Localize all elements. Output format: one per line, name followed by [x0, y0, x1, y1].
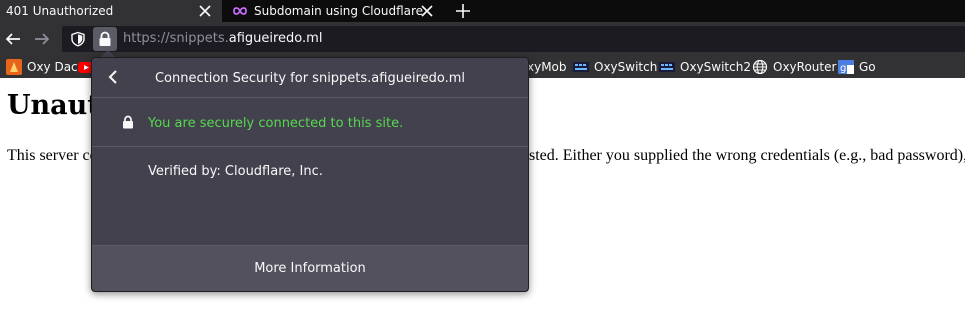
tab-title: Subdomain using Cloudflare - A	[254, 4, 424, 18]
bookmark-oxyswitch2[interactable]: OxySwitch2	[659, 56, 751, 78]
bookmark-oxy-dac[interactable]: Oxy Dac	[6, 56, 78, 78]
tab-401-unauthorized[interactable]: 401 Unauthorized	[0, 0, 222, 22]
secure-connection-row: You are securely connected to this site.	[92, 99, 528, 147]
close-icon[interactable]	[420, 4, 434, 18]
bookmark-oxyswitch[interactable]: OxySwitch	[573, 56, 657, 78]
forward-arrow-icon[interactable]	[33, 30, 51, 48]
oxyswitch-icon	[573, 62, 589, 72]
address-bar[interactable]: https://snippets.afigueiredo.ml	[62, 26, 965, 52]
more-information-button[interactable]: More Information	[92, 245, 528, 291]
connection-security-panel: Connection Security for snippets.afiguei…	[91, 57, 529, 292]
bookmark-go[interactable]: g Go	[838, 56, 876, 78]
tab-title: 401 Unauthorized	[6, 4, 114, 18]
url-text: https://snippets.afigueiredo.ml	[123, 31, 323, 46]
new-tab-plus-icon[interactable]	[454, 2, 472, 20]
page-paragraph-right: sted. Either you supplied the wrong cred…	[529, 147, 965, 164]
panel-header: Connection Security for snippets.afiguei…	[92, 58, 528, 98]
oxyswitch-icon	[659, 62, 675, 72]
oxy-dac-icon	[6, 59, 22, 75]
tab-subdomain-cloudflare[interactable]: Subdomain using Cloudflare - A	[222, 0, 444, 22]
lock-icon	[123, 115, 133, 129]
more-information-label: More Information	[254, 261, 366, 276]
tracking-protection-shield-icon[interactable]	[70, 31, 86, 47]
site-identity-button[interactable]	[93, 27, 117, 51]
page-heading: Unaut	[7, 90, 100, 121]
svg-text:g: g	[840, 63, 846, 74]
tab-strip: 401 Unauthorized Subdomain using Cloudfl…	[0, 0, 965, 22]
infinity-icon	[233, 7, 247, 15]
secure-connection-text: You are securely connected to this site.	[148, 116, 404, 131]
bookmark-oxymob[interactable]: xyMob	[527, 56, 567, 78]
google-icon: g	[838, 60, 854, 74]
navigation-toolbar: https://snippets.afigueiredo.ml	[0, 22, 965, 56]
close-icon[interactable]	[198, 4, 212, 18]
back-arrow-icon[interactable]	[4, 30, 22, 48]
panel-arrow	[101, 50, 115, 57]
verified-by-text: Verified by: Cloudflare, Inc.	[148, 164, 323, 179]
bookmark-oxyrouter[interactable]: OxyRouter	[752, 56, 836, 78]
globe-icon	[752, 59, 768, 75]
panel-title: Connection Security for snippets.afiguei…	[154, 71, 466, 86]
lock-icon	[99, 31, 111, 46]
page-paragraph-left: This server co	[7, 147, 98, 164]
